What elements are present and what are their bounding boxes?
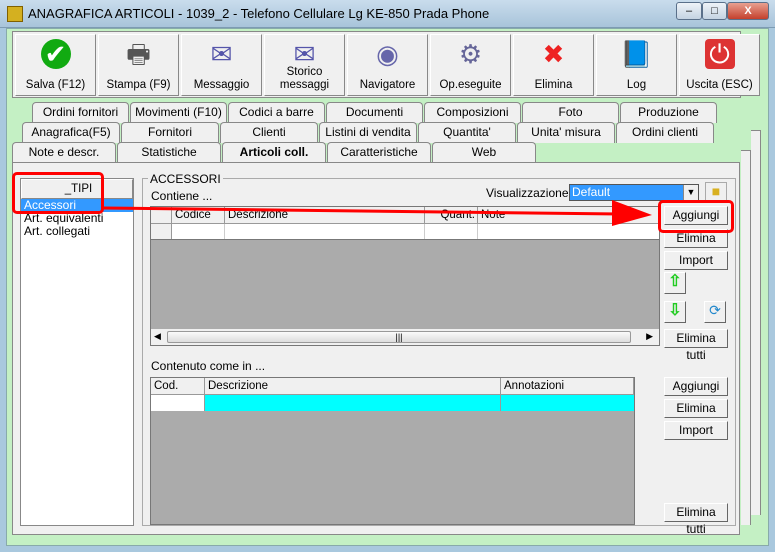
annotation-arrow xyxy=(102,200,652,226)
